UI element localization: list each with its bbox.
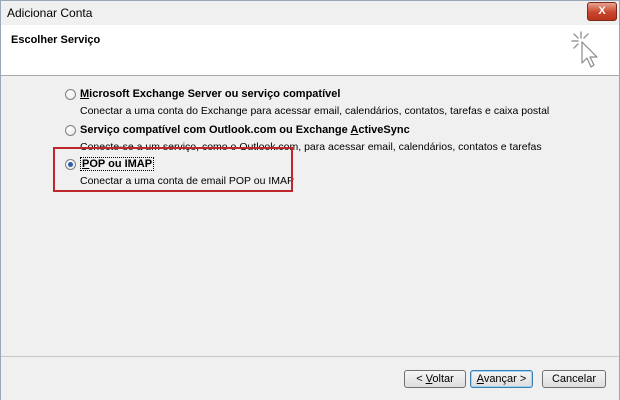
cancel-button[interactable]: Cancelar bbox=[542, 370, 606, 388]
next-button[interactable]: Avançar > bbox=[470, 370, 533, 388]
activesync-radio[interactable] bbox=[65, 125, 76, 136]
service-choice-area: Microsoft Exchange Server ou serviço com… bbox=[1, 76, 619, 356]
option-exchange-label: Microsoft Exchange Server ou serviço com… bbox=[80, 88, 341, 100]
exchange-radio[interactable] bbox=[65, 89, 76, 100]
option-activesync-label: Serviço compatível com Outlook.com ou Ex… bbox=[80, 124, 410, 136]
close-button[interactable]: X bbox=[587, 2, 617, 21]
back-button[interactable]: < Voltar bbox=[404, 370, 466, 388]
window-title: Adicionar Conta bbox=[7, 6, 93, 20]
add-account-dialog: Adicionar Conta X Escolher Serviço Micro… bbox=[0, 0, 620, 400]
close-icon: X bbox=[598, 5, 606, 17]
option-exchange-description: Conectar a uma conta do Exchange para ac… bbox=[80, 105, 550, 117]
button-bar: < Voltar Avançar > Cancelar bbox=[1, 356, 619, 400]
title-bar: Adicionar Conta X bbox=[1, 1, 619, 25]
page-title: Escolher Serviço bbox=[11, 34, 101, 46]
wizard-cursor-icon bbox=[571, 31, 598, 68]
wizard-header: Escolher Serviço bbox=[1, 25, 619, 76]
selection-highlight-box bbox=[53, 147, 293, 192]
